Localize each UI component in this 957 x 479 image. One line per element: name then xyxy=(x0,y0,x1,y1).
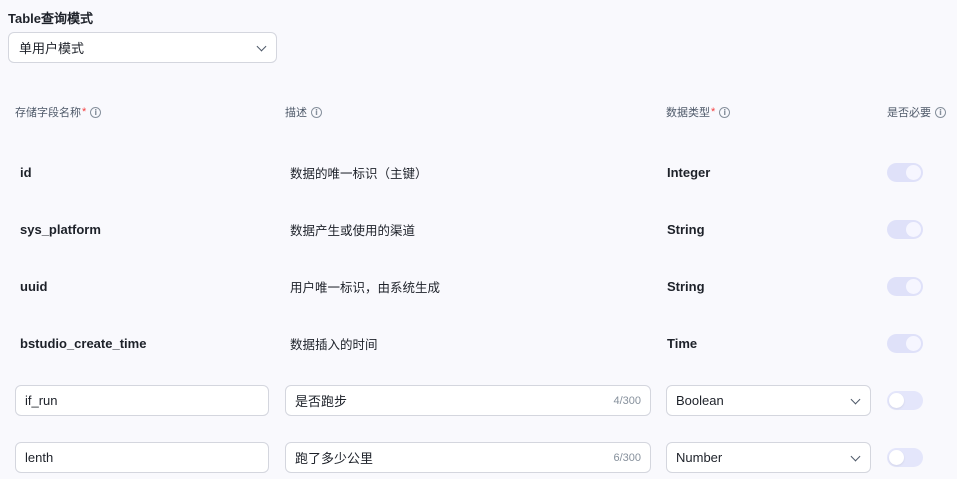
required-marker: * xyxy=(82,106,87,118)
query-mode-title: Table查询模式 xyxy=(8,11,93,26)
chevron-down-icon xyxy=(850,394,861,404)
data-type-select[interactable]: Boolean xyxy=(666,385,871,416)
field-name-value: if_run xyxy=(25,393,58,408)
data-type-select[interactable]: Number xyxy=(666,442,871,473)
row-field-name: uuid xyxy=(20,278,48,294)
required-toggle xyxy=(887,334,923,353)
data-type-value: Number xyxy=(676,450,723,465)
description-input[interactable]: 是否跑步 4/300 xyxy=(285,385,651,416)
required-toggle xyxy=(887,220,923,239)
info-icon[interactable]: i xyxy=(90,106,102,118)
header-data-type: 数据类型 * i xyxy=(666,104,731,120)
field-name-value: lenth xyxy=(25,450,54,465)
row-description: 用户唯一标识，由系统生成 xyxy=(290,280,441,295)
char-counter: 6/300 xyxy=(613,451,641,464)
table-config-panel: Table查询模式 单用户模式 存储字段名称 * i 描述 i 数据类型 * i 是… xyxy=(0,0,957,479)
query-mode-value: 单用户模式 xyxy=(19,41,85,56)
description-value: 跑了多少公里 xyxy=(295,451,374,466)
info-icon[interactable]: i xyxy=(935,106,946,118)
query-mode-select[interactable]: 单用户模式 xyxy=(8,32,277,63)
required-toggle xyxy=(887,277,923,296)
description-input[interactable]: 跑了多少公里 6/300 xyxy=(285,442,651,473)
header-required: 是否必要 i xyxy=(887,104,946,120)
row-description: 数据产生或使用的渠道 xyxy=(290,223,416,238)
required-toggle[interactable] xyxy=(887,448,923,467)
row-description: 数据插入的时间 xyxy=(290,337,378,352)
field-name-input[interactable]: lenth xyxy=(15,442,269,473)
row-data-type: String xyxy=(667,221,705,237)
data-type-value: Boolean xyxy=(676,393,724,408)
chevron-down-icon xyxy=(850,451,861,461)
row-field-name: bstudio_create_time xyxy=(20,335,147,351)
row-field-name: id xyxy=(20,164,32,180)
field-name-input[interactable]: if_run xyxy=(15,385,269,416)
info-icon[interactable]: i xyxy=(719,106,731,118)
description-value: 是否跑步 xyxy=(295,394,348,409)
info-icon[interactable]: i xyxy=(311,106,322,118)
header-field-name: 存储字段名称 * i xyxy=(15,104,102,120)
required-marker: * xyxy=(711,106,716,118)
header-description: 描述 i xyxy=(285,104,322,120)
char-counter: 4/300 xyxy=(613,394,641,407)
required-toggle xyxy=(887,163,923,182)
chevron-down-icon xyxy=(256,41,267,51)
row-field-name: sys_platform xyxy=(20,221,101,237)
required-toggle[interactable] xyxy=(887,391,923,410)
row-data-type: String xyxy=(667,278,705,294)
row-description: 数据的唯一标识（主键） xyxy=(290,166,428,181)
row-data-type: Integer xyxy=(667,164,711,180)
row-data-type: Time xyxy=(667,335,698,351)
